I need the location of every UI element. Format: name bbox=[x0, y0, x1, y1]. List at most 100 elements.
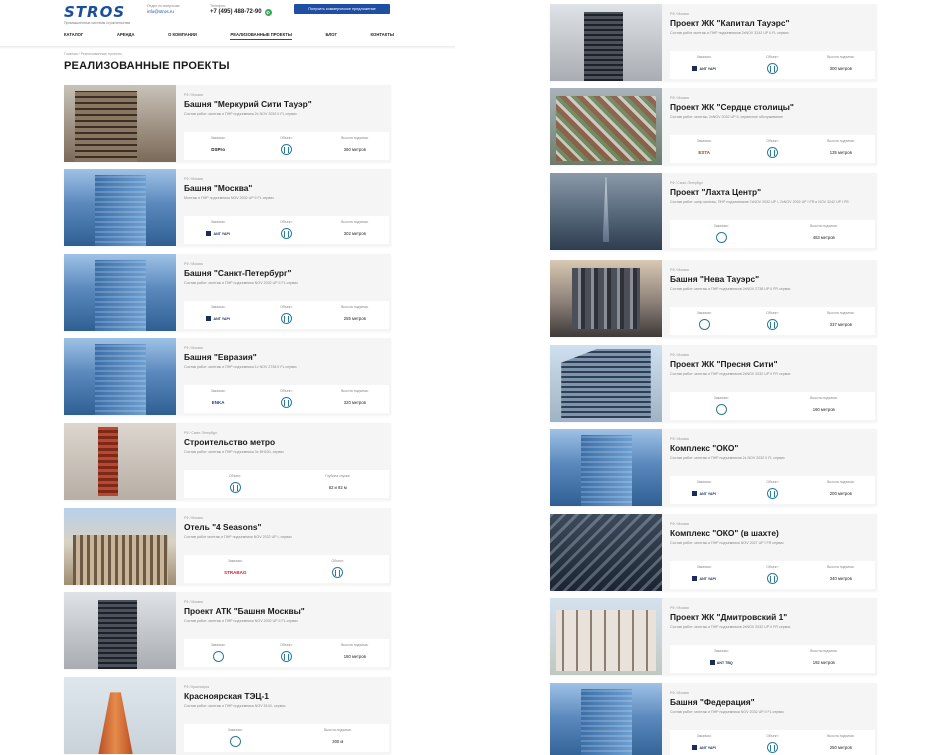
project-card-body: РФ / Москва Башня "Евразия" Состав работ: … bbox=[176, 338, 391, 415]
project-card[interactable]: РФ / Москва Комплекс "ОКО" (в шахте) Соста… bbox=[550, 514, 877, 591]
project-photo[interactable] bbox=[64, 592, 176, 669]
project-title[interactable]: Башня "Федерация" bbox=[670, 697, 755, 707]
meta-height: Высота подъема: 300 метров bbox=[807, 51, 875, 79]
project-photo[interactable] bbox=[64, 423, 176, 500]
project-photo[interactable] bbox=[550, 4, 662, 81]
meta-height-value: 340 метров bbox=[829, 576, 852, 581]
project-photo[interactable] bbox=[64, 254, 176, 331]
meta-object: Объект: bbox=[738, 307, 806, 335]
project-photo[interactable] bbox=[550, 345, 662, 422]
client-logo bbox=[698, 319, 710, 330]
object-logo bbox=[766, 488, 778, 499]
object-logo-glyph bbox=[769, 149, 775, 156]
project-title[interactable]: Башня "Москва" bbox=[184, 183, 252, 193]
project-card[interactable]: РФ / Москва Отель "4 Seasons" Состав работ… bbox=[64, 508, 391, 585]
project-card[interactable]: РФ / Москва Проект ЖК "Капитал Тауэрс" Сос… bbox=[550, 4, 877, 81]
nav-item-rent[interactable]: АРЕНДА bbox=[117, 32, 135, 40]
project-card[interactable]: РФ / Санкт-Петербург Строительство метро С… bbox=[64, 423, 391, 500]
meta-height-label: Высота подъема: bbox=[324, 728, 352, 732]
project-photo[interactable] bbox=[64, 85, 176, 162]
project-title[interactable]: Комплекс "ОКО" (в шахте) bbox=[670, 528, 779, 538]
project-title[interactable]: Проект ЖК "Сердце столицы" bbox=[670, 102, 794, 112]
client-logo: ANT YAPI bbox=[692, 573, 716, 584]
project-card[interactable]: РФ / Москва Башня "Меркурий Сити Тауэр" Со… bbox=[64, 85, 391, 162]
project-card[interactable]: РФ / Москва Комплекс "ОКО" Состав работ: м… bbox=[550, 429, 877, 506]
meta-object-label: Объект: bbox=[766, 565, 779, 569]
project-photo[interactable] bbox=[64, 169, 176, 246]
project-card[interactable]: РФ / Санкт-Петербург Проект "Лахта Центр"… bbox=[550, 173, 877, 250]
project-card[interactable]: РФ / Москва Башня "Санкт-Петербург" Состав… bbox=[64, 254, 391, 331]
phone-number: +7 (495) 488-72-90 bbox=[210, 9, 262, 15]
project-title[interactable]: Проект "Лахта Центр" bbox=[670, 187, 761, 197]
project-title[interactable]: Проект ЖК "Дмитровский 1" bbox=[670, 612, 787, 622]
meta-object-label: Объект: bbox=[280, 220, 293, 224]
project-photo[interactable] bbox=[64, 338, 176, 415]
meta-client: Заказчик: bbox=[670, 307, 738, 335]
project-title[interactable]: Строительство метро bbox=[184, 437, 275, 447]
meta-height-label: Высота подъема: bbox=[827, 139, 855, 143]
project-title[interactable]: Отель "4 Seasons" bbox=[184, 522, 261, 532]
project-card[interactable]: РФ / Москва Башня "Москва" Монтаж и ПНР по… bbox=[64, 169, 391, 246]
object-logo-glyph bbox=[283, 146, 289, 153]
nav-item-contacts[interactable]: КОНТАКТЫ bbox=[371, 32, 394, 40]
project-meta: Заказчик: Объект: Высота подъема: 337 метро… bbox=[670, 307, 875, 335]
meta-height-value: 320 метров bbox=[343, 400, 366, 405]
nav-item-about[interactable]: О КОМПАНИИ bbox=[168, 32, 197, 40]
meta-height-value: 160 метров bbox=[812, 407, 835, 412]
client-logo bbox=[715, 404, 727, 415]
project-card[interactable]: РФ / Москва Проект ЖК "Дмитровский 1" Сост… bbox=[550, 598, 877, 675]
project-title[interactable]: Башня "Санкт-Петербург" bbox=[184, 268, 291, 278]
client-logo: ANT TBQ bbox=[709, 657, 733, 668]
client-logo: ANT YAPI bbox=[692, 63, 716, 74]
project-meta: Заказчик: ANT YAPI Объект: Высота подъема: 3… bbox=[670, 561, 875, 589]
project-title[interactable]: Комплекс "ОКО" bbox=[670, 443, 738, 453]
project-photo[interactable] bbox=[550, 683, 662, 755]
object-logo-icon bbox=[280, 313, 292, 324]
project-photo[interactable] bbox=[64, 508, 176, 585]
project-title[interactable]: Проект ЖК "Капитал Тауэрс" bbox=[670, 18, 789, 28]
meta-client: Заказчик: bbox=[670, 220, 773, 248]
project-meta: Заказчик: ANT YAPI Объект: Высота подъема: 2… bbox=[670, 476, 875, 504]
project-photo[interactable] bbox=[550, 260, 662, 337]
meta-client: Заказчик: ESTA bbox=[670, 135, 738, 163]
meta-height-label: Высота подъема: bbox=[810, 396, 838, 400]
email-link[interactable]: info@stros.ru bbox=[147, 9, 179, 14]
project-title[interactable]: Башня "Нева Тауэрс" bbox=[670, 274, 759, 284]
project-card[interactable]: РФ / Москва Башня "Федерация" Состав работ… bbox=[550, 683, 877, 755]
project-photo[interactable] bbox=[550, 514, 662, 591]
project-card[interactable]: РФ / Москва Проект ЖК "Сердце столицы" Сос… bbox=[550, 88, 877, 165]
nav-item-projects[interactable]: РЕАЛИЗОВАННЫЕ ПРОЕКТЫ bbox=[230, 32, 292, 40]
meta-client: Заказчик: ANT YAPI bbox=[670, 51, 738, 79]
project-card[interactable]: РФ / Красноярск Красноярская ТЭЦ-1 Состав … bbox=[64, 677, 391, 754]
project-photo[interactable] bbox=[550, 598, 662, 675]
project-photo[interactable] bbox=[550, 88, 662, 165]
stros-logo[interactable]: STROS Промышленные системы строительства bbox=[64, 3, 130, 25]
object-logo-glyph bbox=[769, 744, 775, 751]
meta-client-label: Заказчик: bbox=[696, 565, 712, 569]
client-logo bbox=[212, 651, 224, 662]
project-card[interactable]: РФ / Москва Проект АТК "Башня Москвы" Сост… bbox=[64, 592, 391, 669]
project-title[interactable]: Башня "Евразия" bbox=[184, 352, 257, 362]
project-title[interactable]: Красноярская ТЭЦ-1 bbox=[184, 691, 269, 701]
object-logo-icon bbox=[766, 488, 778, 499]
project-card-body: РФ / Москва Проект ЖК "Капитал Тауэрс" Сос… bbox=[662, 4, 877, 81]
project-card[interactable]: РФ / Москва Башня "Евразия" Состав работ: … bbox=[64, 338, 391, 415]
phone-icon[interactable]: ✆ bbox=[264, 9, 272, 16]
nav-item-catalog[interactable]: КАТАЛОГ bbox=[64, 32, 83, 40]
project-photo[interactable] bbox=[64, 677, 176, 754]
project-title[interactable]: Башня "Меркурий Сити Тауэр" bbox=[184, 99, 312, 109]
project-photo[interactable] bbox=[550, 429, 662, 506]
project-card[interactable]: РФ / Москва Проект ЖК "Пресня Сити" Состав… bbox=[550, 345, 877, 422]
project-card[interactable]: РФ / Москва Башня "Нева Тауэрс" Состав раб… bbox=[550, 260, 877, 337]
breadcrumb[interactable]: Главная / Реализованные проекты bbox=[64, 52, 122, 56]
meta-height-value: 192 метров bbox=[812, 660, 835, 665]
meta-object-label: Объект: bbox=[280, 389, 293, 393]
project-location: РФ / Москва bbox=[670, 12, 689, 16]
request-offer-button[interactable]: Получить коммерческое предложение bbox=[294, 4, 390, 14]
phone-link[interactable]: +7 (495) 488-72-90 ✆ bbox=[210, 9, 272, 16]
project-photo[interactable] bbox=[550, 173, 662, 250]
object-logo bbox=[280, 651, 292, 662]
nav-item-blog[interactable]: БЛОГ bbox=[325, 32, 336, 40]
project-title[interactable]: Проект АТК "Башня Москвы" bbox=[184, 606, 305, 616]
project-title[interactable]: Проект ЖК "Пресня Сити" bbox=[670, 359, 778, 369]
